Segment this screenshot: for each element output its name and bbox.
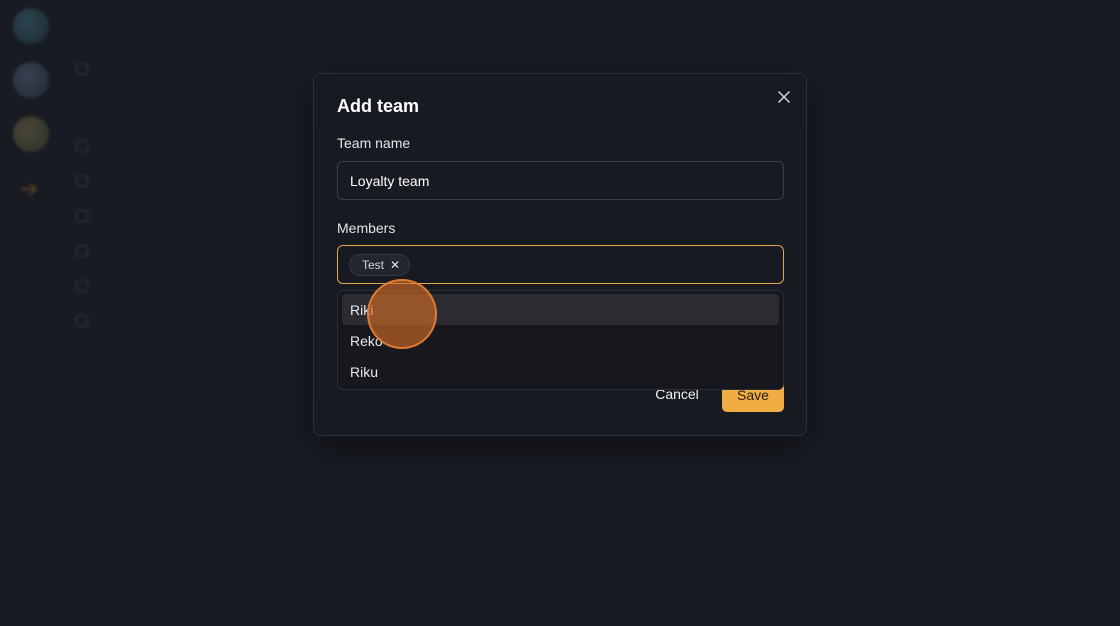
sidebar-item <box>76 310 246 332</box>
square-icon <box>76 140 88 152</box>
square-icon <box>76 280 88 292</box>
member-chip: Test ✕ <box>349 253 411 276</box>
team-name-label: Team name <box>337 135 411 151</box>
sidebar-item <box>76 135 246 157</box>
member-option[interactable]: Reko <box>342 325 779 356</box>
team-name-input[interactable] <box>338 162 783 199</box>
close-icon <box>778 91 790 103</box>
sidebar-item <box>76 240 246 262</box>
arrow-icon: ➔ <box>20 176 39 201</box>
member-option[interactable]: Riku <box>342 356 779 387</box>
square-icon <box>76 210 88 222</box>
square-icon <box>76 315 88 327</box>
sidebar-item <box>76 205 246 227</box>
close-button[interactable] <box>776 89 792 105</box>
square-icon <box>76 245 88 257</box>
members-label: Members <box>337 220 396 236</box>
members-input[interactable]: Test ✕ <box>337 245 784 284</box>
workspace-avatar <box>13 8 49 44</box>
dialog-title: Add team <box>337 96 420 116</box>
team-name-field[interactable] <box>337 161 784 200</box>
members-dropdown: Riki Reko Riku <box>337 290 784 390</box>
sidebar-item <box>76 275 246 297</box>
member-chip-label: Test <box>362 257 385 272</box>
sidebar <box>62 0 262 626</box>
sidebar-item <box>76 58 246 80</box>
member-option[interactable]: Riki <box>342 294 779 325</box>
app-root: ➔ Add team Team name Members <box>0 0 1120 626</box>
square-icon <box>76 63 88 75</box>
square-icon <box>76 175 88 187</box>
x-icon[interactable]: ✕ <box>390 258 400 272</box>
workspace-avatar <box>13 116 49 152</box>
workspace-avatar <box>13 62 49 98</box>
workspace-rail: ➔ <box>0 0 62 626</box>
sidebar-item <box>76 170 246 192</box>
